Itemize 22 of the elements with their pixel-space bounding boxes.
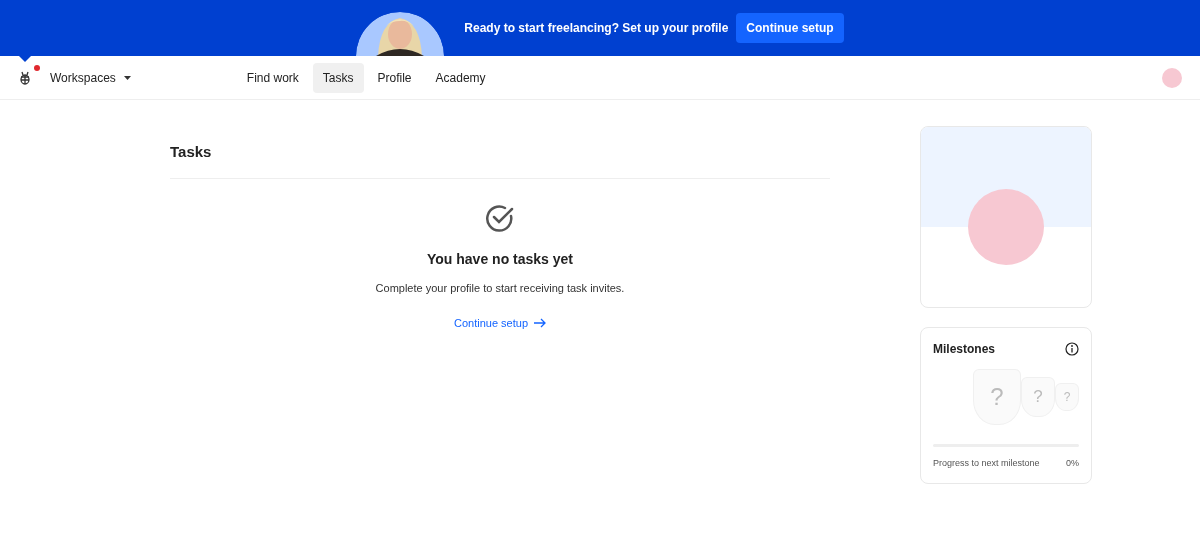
caret-icon xyxy=(123,75,131,80)
arrow-right-icon xyxy=(534,317,546,328)
banner-text: Ready to start freelancing? Set up your profile xyxy=(464,20,729,37)
milestones-title: Milestones xyxy=(933,341,995,358)
nav-tab[interactable]: Find work xyxy=(236,62,309,93)
workspaces-dropdown[interactable]: Workspaces xyxy=(50,68,131,87)
continue-setup-button[interactable]: Continue setup xyxy=(736,13,844,43)
milestone-badge: ? xyxy=(1021,377,1055,417)
empty-state-text: Complete your profile to start receiving task invites. xyxy=(375,281,625,296)
bee-logo-icon[interactable] xyxy=(18,70,32,85)
continue-setup-link[interactable]: Continue setup xyxy=(454,314,546,331)
milestone-badge: ? xyxy=(1055,383,1079,411)
page-title: Tasks xyxy=(170,141,212,162)
nav-tab[interactable]: Academy xyxy=(425,62,496,93)
check-circle-icon xyxy=(485,203,515,233)
nav-tab[interactable]: Profile xyxy=(367,62,422,93)
info-icon[interactable] xyxy=(1065,342,1079,356)
milestone-badge: ? xyxy=(973,369,1021,425)
progress-label: Progress to next milestone xyxy=(933,457,1040,470)
nav-tab[interactable]: Tasks xyxy=(312,62,364,93)
progress-value: 0% xyxy=(1066,457,1079,470)
empty-state-title: You have no tasks yet xyxy=(427,250,573,269)
